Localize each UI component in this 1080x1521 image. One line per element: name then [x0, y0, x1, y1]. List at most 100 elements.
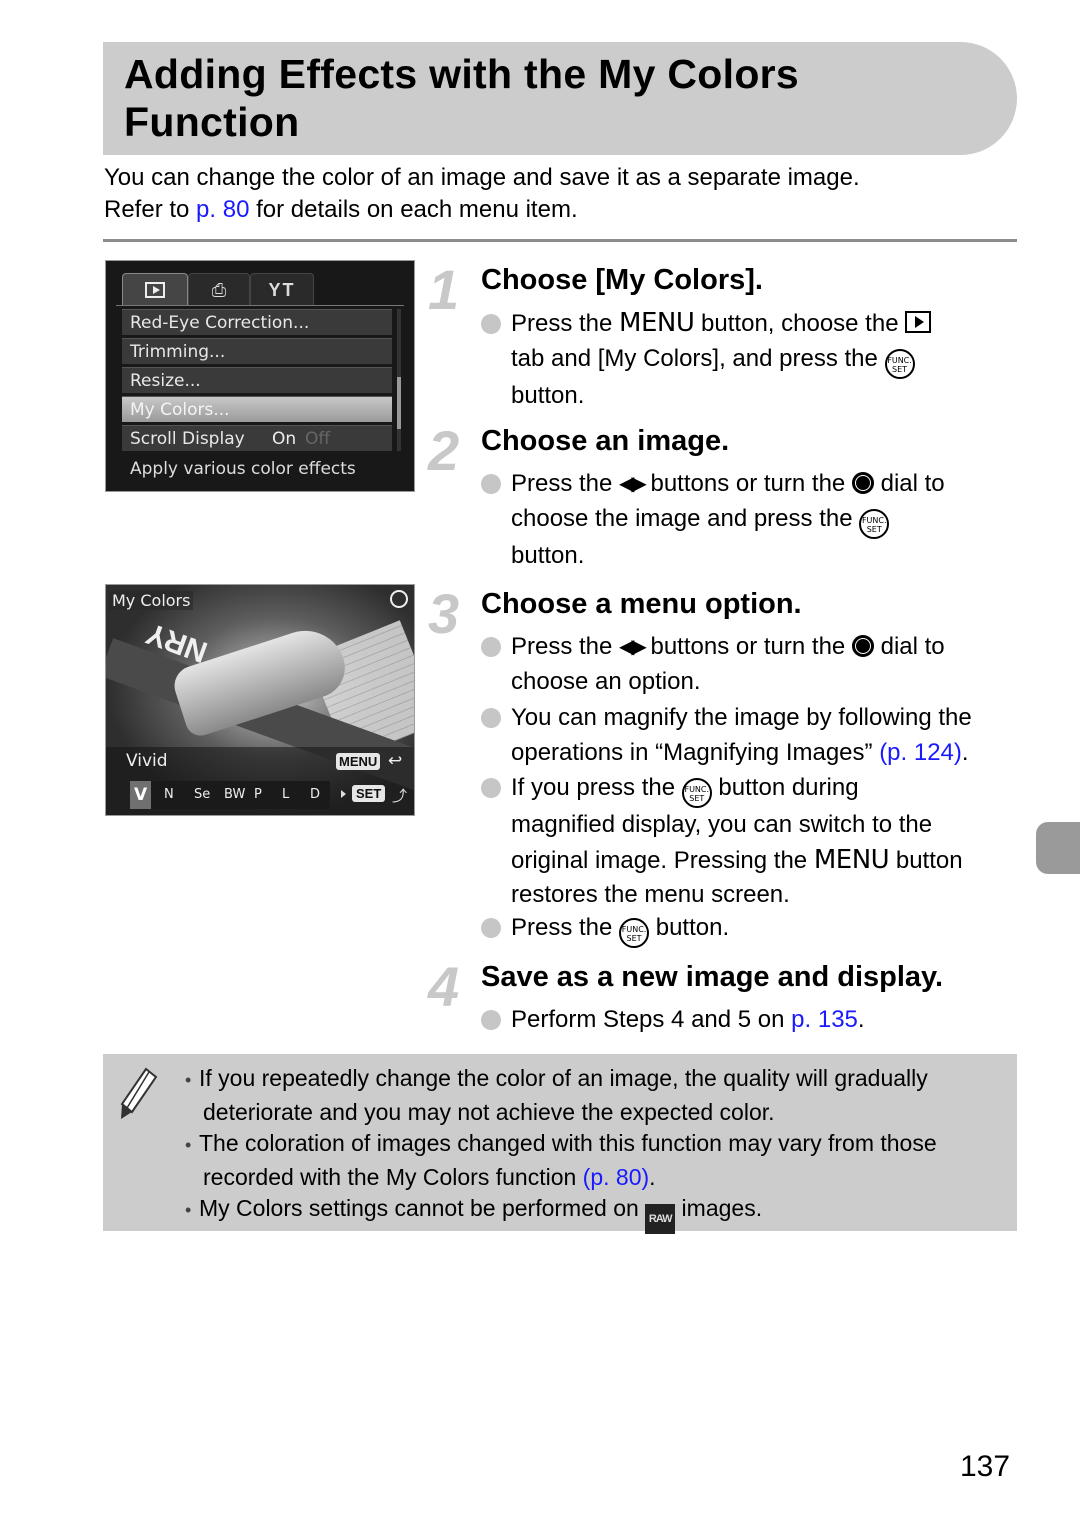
- bullet-icon: [481, 778, 501, 798]
- text: Perform Steps 4 and 5 on: [511, 1006, 792, 1033]
- menu-button-badge: MENU: [336, 753, 381, 770]
- menu-item-label: Scroll Display: [130, 429, 245, 449]
- menu-item-trimming: Trimming...: [122, 338, 392, 364]
- note-item-3: • My Colors settings cannot be performed …: [185, 1192, 1010, 1234]
- bullet-icon: [481, 918, 501, 938]
- bullet-icon: [481, 314, 501, 334]
- save-rotate-icon: ⤴: [392, 788, 408, 805]
- set-button-badge: SET: [352, 785, 386, 802]
- text: choose the image and press the: [511, 504, 860, 532]
- pencil-icon: [120, 1067, 158, 1119]
- control-dial-icon: [851, 635, 874, 657]
- intro-line2: Refer to p. 80 for details on each menu …: [104, 194, 1024, 226]
- text: tab and [My Colors], and press the: [511, 344, 885, 372]
- return-icon: ↩: [388, 751, 403, 770]
- text: restores the menu screen.: [511, 881, 790, 908]
- playback-icon: [905, 311, 932, 333]
- text: button during: [711, 774, 859, 801]
- step-number-1: 1: [428, 258, 460, 321]
- tab-divider: [116, 305, 404, 306]
- text: Press the: [511, 633, 620, 660]
- bullet-dot: •: [185, 1070, 192, 1090]
- bullet-icon: [481, 1010, 501, 1030]
- left-right-arrows-icon: ◀▶: [619, 473, 647, 495]
- step-3-title: Choose a menu option.: [481, 588, 802, 620]
- note-item-1: • If you repeatedly change the color of a…: [185, 1062, 1010, 1128]
- intro-text: Refer to: [104, 196, 197, 223]
- menu-button-icon: MENU: [619, 308, 695, 338]
- current-option-label: Vivid: [126, 751, 168, 771]
- page-link-135[interactable]: p. 135: [791, 1006, 858, 1033]
- text: .: [857, 1006, 865, 1033]
- text: operations in “Magnifying Images”: [511, 738, 880, 766]
- option-vivid: V: [130, 781, 152, 809]
- step-number-4: 4: [428, 955, 460, 1018]
- menu-item-scroll-display: Scroll Display On Off: [122, 425, 392, 451]
- menu-tabs: ⎙ YT: [122, 273, 392, 306]
- option-darker-skin: D: [310, 787, 321, 802]
- step-1-title: Choose [My Colors].: [481, 264, 763, 296]
- magnify-icon: [390, 590, 408, 608]
- page-link-124[interactable]: (p. 124): [879, 739, 962, 766]
- option-positive-film: P: [254, 787, 262, 802]
- bullet-dot: •: [185, 1200, 192, 1220]
- playback-tab-icon: [122, 273, 188, 306]
- value-off: Off: [305, 429, 331, 449]
- menu-item-my-colors: My Colors...: [122, 396, 392, 422]
- bullet-icon: [481, 637, 501, 657]
- text: button.: [511, 381, 585, 409]
- option-sepia: Se: [194, 787, 211, 802]
- text: buttons or turn the: [643, 470, 852, 497]
- text: .: [649, 1164, 656, 1190]
- text: button.: [649, 914, 730, 941]
- text: button, choose the: [694, 310, 906, 337]
- menu-item-red-eye-correction: Red-Eye Correction...: [122, 309, 392, 335]
- step-4-title: Save as a new image and display.: [481, 961, 944, 993]
- note-item-2: • The coloration of images changed with t…: [185, 1127, 1010, 1193]
- text: original image. Pressing the: [511, 846, 814, 874]
- step-3-bullet-1: Press the ◀▶ buttons or turn the dial to…: [511, 630, 1021, 699]
- text: .: [961, 738, 969, 766]
- menu-scroll-thumb: [397, 377, 401, 429]
- more-options-arrow-icon: [341, 790, 346, 798]
- option-lighter-skin: L: [282, 787, 290, 802]
- menu-item-resize: Resize...: [122, 367, 392, 393]
- text: magnified display, you can switch to the: [511, 811, 933, 838]
- intro-paragraph: You can change the color of an image and…: [104, 162, 1024, 226]
- text: dial to: [873, 633, 945, 660]
- intro-text: for details on each menu item.: [249, 196, 578, 223]
- text: The coloration of images changed with th…: [199, 1130, 937, 1156]
- bullet-dot: •: [185, 1135, 192, 1155]
- screen-mode-label: My Colors: [109, 591, 194, 610]
- page-title-line1: Adding Effects with the My Colors: [124, 51, 800, 97]
- step-1-bullet-1: Press the MENU button, choose the tab an…: [511, 306, 1021, 413]
- step-3-bullet-3: If you press the FUNC. SET button during …: [511, 771, 1021, 913]
- camera-my-colors-screenshot: NRY My Colors Vivid MENU ↩ V N Se BW P L…: [105, 584, 415, 816]
- text: You can magnify the image by following t…: [511, 704, 972, 731]
- text: recorded with the My Colors function: [203, 1164, 583, 1190]
- text: Press the: [511, 470, 620, 497]
- page-number: 137: [960, 1450, 1011, 1483]
- value-on: On: [272, 429, 297, 449]
- left-right-arrows-icon: ◀▶: [619, 636, 647, 658]
- step-4-bullet-1: Perform Steps 4 and 5 on p. 135.: [511, 1003, 1021, 1038]
- text: dial to: [873, 470, 945, 497]
- text: deteriorate and you may not achieve the …: [203, 1099, 775, 1125]
- step-number-3: 3: [428, 582, 460, 645]
- func-set-icon: FUNC. SET: [859, 508, 890, 539]
- text: button.: [511, 541, 585, 569]
- menu-help-text: Apply various color effects: [130, 459, 356, 479]
- option-neutral: N: [164, 787, 174, 802]
- camera-menu-screenshot: ⎙ YT Red-Eye Correction... Trimming... R…: [105, 260, 415, 492]
- menu-item-label: Resize...: [130, 371, 201, 391]
- text: buttons or turn the: [643, 633, 852, 660]
- settings-tab-icon: YT: [250, 273, 314, 306]
- page-link-80[interactable]: (p. 80): [583, 1164, 649, 1190]
- text: If you press the: [511, 774, 682, 801]
- text: If you repeatedly change the color of an…: [199, 1065, 928, 1091]
- page-link-80[interactable]: p. 80: [196, 196, 249, 223]
- menu-button-icon: MENU: [813, 844, 890, 875]
- func-set-icon: FUNC. SET: [619, 918, 650, 948]
- func-set-icon: FUNC. SET: [884, 348, 915, 379]
- step-3-bullet-4: Press the FUNC. SET button.: [511, 911, 1021, 948]
